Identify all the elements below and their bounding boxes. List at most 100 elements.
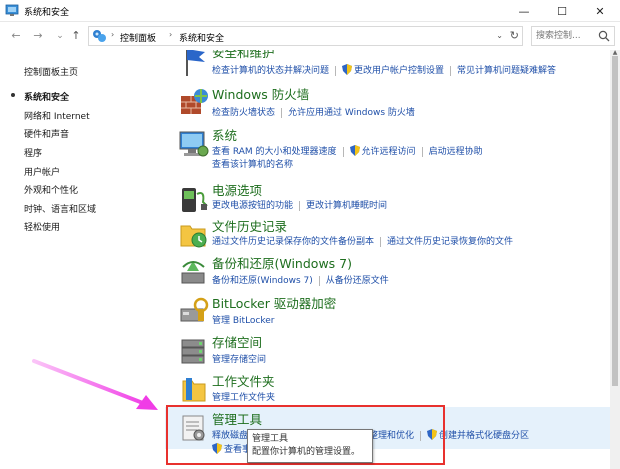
window-title: 系统和安全 [24, 8, 70, 18]
forward-button[interactable]: → [31, 29, 45, 43]
category-title[interactable]: 文件历史记录 [212, 216, 287, 235]
vertical-scrollbar[interactable]: ▲ [610, 50, 620, 469]
search-input[interactable] [532, 27, 596, 45]
task-link[interactable]: 管理 BitLocker [212, 316, 275, 326]
scrollbar-thumb[interactable] [612, 56, 618, 386]
divider [421, 146, 423, 157]
category-backup-restore: 备份和还原(Windows 7) 备份和还原(Windows 7) 从备份还原文件 [165, 253, 610, 295]
task-row: 检查计算机的状态并解决问题 更改用户帐户控制设置 常见计算机问题疑难解答 [212, 63, 556, 76]
system-icon [179, 131, 209, 157]
category-title[interactable]: 工作文件夹 [212, 371, 275, 390]
task-link[interactable]: 创建并格式化硬盘分区 [439, 431, 529, 441]
task-link[interactable]: 管理存储空间 [212, 355, 266, 365]
bitlocker-icon [180, 297, 209, 322]
sidebar-item-user-accounts[interactable]: 用户帐户 [24, 165, 60, 178]
category-bitlocker: BitLocker 驱动器加密 管理 BitLocker [165, 293, 610, 335]
task-row: 管理 BitLocker [212, 313, 275, 326]
task-link[interactable]: 通过文件历史记录保存你的文件备份副本 [212, 237, 374, 247]
sidebar-item-programs[interactable]: 程序 [24, 146, 42, 159]
sidebar-item-system-security[interactable]: 系统和安全 [24, 90, 69, 103]
sidebar-item-network[interactable]: 网络和 Internet [24, 109, 90, 122]
divider [450, 65, 452, 76]
uac-shield-icon [342, 64, 353, 75]
control-panel-icon [5, 4, 19, 16]
sidebar-item-hardware-sound[interactable]: 硬件和声音 [24, 127, 69, 140]
breadcrumb-control-panel[interactable]: 控制面板 [120, 31, 156, 44]
navigation-bar: ← → ⌄ ↑ › 控制面板 › 系统和安全 ⌄ ↻ [0, 23, 620, 49]
storage-spaces-icon [181, 339, 205, 364]
control-panel-icon [93, 30, 106, 42]
task-link[interactable]: 检查防火墙状态 [212, 108, 275, 118]
flag-icon [186, 50, 205, 76]
task-link[interactable]: 更改电源按钮的功能 [212, 201, 293, 211]
backup-restore-icon [181, 261, 205, 284]
task-link[interactable]: 查看 RAM 的大小和处理器速度 [212, 147, 337, 157]
task-row: 管理存储空间 [212, 352, 266, 365]
sidebar-item-appearance[interactable]: 外观和个性化 [24, 183, 78, 196]
tooltip-title: 管理工具 [252, 434, 289, 444]
divider [318, 275, 320, 286]
category-title[interactable]: 系统 [212, 125, 237, 144]
task-link[interactable]: 管理工作文件夹 [212, 393, 275, 403]
task-link[interactable]: 备份和还原(Windows 7) [212, 276, 313, 286]
task-link[interactable]: 更改计算机睡眠时间 [306, 201, 387, 211]
refresh-icon[interactable]: ↻ [510, 29, 519, 42]
task-link[interactable]: 允许应用通过 Windows 防火墙 [288, 108, 415, 118]
task-link[interactable]: 检查计算机的状态并解决问题 [212, 66, 329, 76]
category-title[interactable]: 电源选项 [212, 180, 262, 199]
task-row: 通过文件历史记录保存你的文件备份副本 通过文件历史记录恢复你的文件 [212, 234, 513, 247]
uac-shield-icon [349, 145, 360, 156]
task-link[interactable]: 查看该计算机的名称 [212, 160, 293, 170]
up-button[interactable]: ↑ [69, 29, 83, 43]
breadcrumb-system-security[interactable]: 系统和安全 [179, 31, 224, 44]
task-row: 管理工作文件夹 [212, 390, 275, 403]
tooltip: 管理工具 配置你计算机的管理设置。 [247, 429, 373, 463]
category-title[interactable]: 存储空间 [212, 332, 262, 351]
task-row: 查看该计算机的名称 [212, 157, 293, 170]
divider [335, 65, 337, 76]
firewall-icon [181, 89, 208, 114]
task-link[interactable]: 常见计算机问题疑难解答 [457, 66, 556, 76]
task-link[interactable]: 从备份还原文件 [326, 276, 389, 286]
sidebar-home-link[interactable]: 控制面板主页 [24, 65, 78, 78]
work-folders-icon [182, 378, 206, 402]
task-link[interactable]: 允许远程访问 [362, 147, 416, 157]
category-title[interactable]: 安全和维护 [212, 50, 275, 61]
divider [299, 200, 301, 211]
maximize-button[interactable]: ☐ [543, 0, 581, 22]
category-firewall: Windows 防火墙 检查防火墙状态 允许应用通过 Windows 防火墙 [165, 84, 610, 126]
divider [281, 107, 283, 118]
close-button[interactable]: ✕ [581, 0, 619, 22]
file-history-icon [180, 225, 207, 248]
category-system: 系统 查看 RAM 的大小和处理器速度 允许远程访问 启动远程协助 查看该计算机的名… [165, 125, 610, 170]
divider [342, 146, 344, 157]
task-link[interactable]: 更改用户帐户控制设置 [354, 66, 444, 76]
category-storage-spaces: 存储空间 管理存储空间 [165, 332, 610, 374]
recent-pages-dropdown[interactable]: ⌄ [53, 29, 67, 43]
task-row: 查看 RAM 的大小和处理器速度 允许远程访问 启动远程协助 [212, 144, 483, 157]
category-title[interactable]: BitLocker 驱动器加密 [212, 293, 336, 312]
divider [380, 236, 382, 247]
address-dropdown-icon[interactable]: ⌄ [496, 31, 503, 40]
task-link[interactable]: 通过文件历史记录恢复你的文件 [387, 237, 513, 247]
sidebar-item-ease-of-access[interactable]: 轻松使用 [24, 220, 60, 233]
breadcrumb-separator: › [111, 30, 115, 39]
breadcrumb-separator: › [169, 30, 173, 39]
back-button[interactable]: ← [9, 29, 23, 43]
task-row: 更改电源按钮的功能 更改计算机睡眠时间 [212, 198, 387, 211]
tooltip-description: 配置你计算机的管理设置。 [252, 447, 361, 457]
address-bar[interactable]: › 控制面板 › 系统和安全 ⌄ ↻ [88, 26, 523, 46]
search-box[interactable] [531, 26, 615, 46]
category-title[interactable]: Windows 防火墙 [212, 84, 309, 103]
task-link[interactable]: 启动远程协助 [429, 147, 483, 157]
category-file-history: 文件历史记录 通过文件历史记录保存你的文件备份副本 通过文件历史记录恢复你的文件 [165, 216, 610, 258]
minimize-button[interactable]: — [505, 0, 543, 22]
power-icon [182, 188, 208, 212]
search-icon[interactable] [598, 30, 610, 42]
title-bar: 系统和安全 — ☐ ✕ [0, 0, 620, 22]
current-item-bullet [11, 93, 15, 97]
annotation-arrow-icon [32, 359, 158, 410]
category-title[interactable]: 备份和还原(Windows 7) [212, 253, 352, 272]
sidebar-item-clock-language[interactable]: 时钟、语言和区域 [24, 202, 96, 215]
task-row: 检查防火墙状态 允许应用通过 Windows 防火墙 [212, 105, 415, 118]
